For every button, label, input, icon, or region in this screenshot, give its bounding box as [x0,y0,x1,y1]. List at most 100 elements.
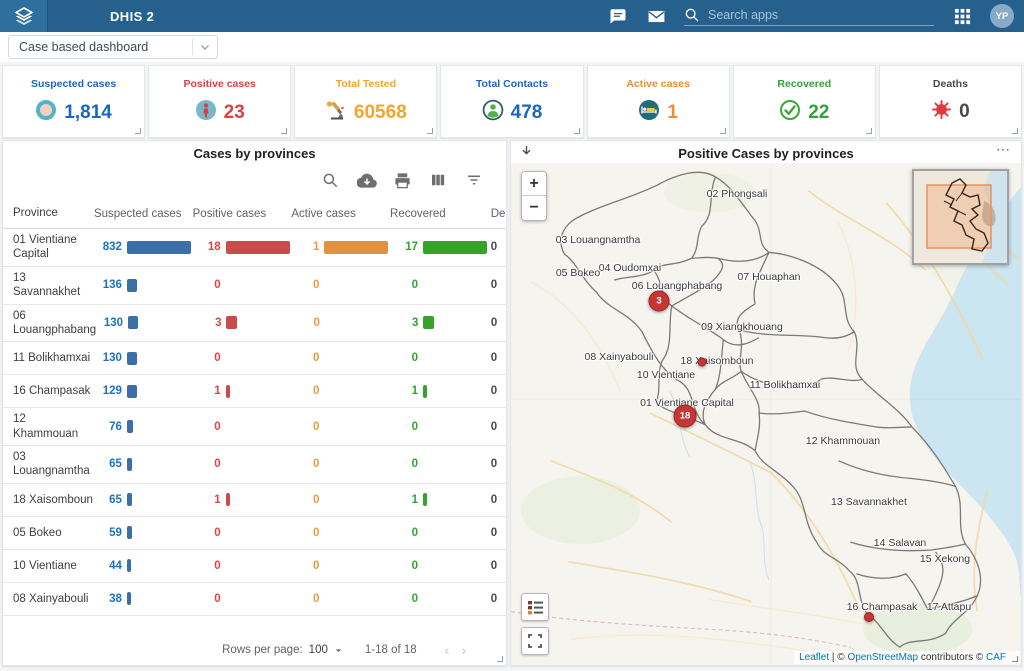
value-number: 0 [291,560,319,572]
value-bar [127,526,132,539]
map-canvas[interactable]: 02 Phongsali03 Louangnamtha04 Oudomxai05… [511,163,1021,665]
table-download-icon[interactable] [357,171,376,190]
leaflet-link[interactable]: Leaflet [799,652,829,663]
dhis2-logo[interactable] [0,0,48,32]
suspected-cell: 832 [94,241,193,254]
map-download-icon[interactable] [519,144,535,160]
value-bar [226,385,230,398]
province-cell: 11 Bolikhamxai [3,351,94,365]
deaths-cell: 0 [489,279,507,291]
suspected-ring-icon [35,99,57,126]
dashboard-selector-value: Case based dashboard [19,40,148,54]
value-number: 1 [390,385,418,397]
suspected-cell: 44 [94,559,193,572]
panel-resize-handle[interactable] [497,656,503,662]
apps-grid-icon[interactable] [952,6,972,26]
panel-resize-handle[interactable] [1012,656,1018,662]
suspected-cell: 129 [94,385,193,398]
column-header[interactable]: Suspected cases [94,208,193,220]
deaths-cell: 0 [489,494,507,506]
hospital-bed-icon [638,99,660,126]
active-cell: 0 [291,421,390,433]
kpi-card[interactable]: Deaths0 [879,65,1022,138]
value-bar [324,241,388,254]
case-cluster-marker[interactable]: 18 [674,405,697,428]
table-print-icon[interactable] [393,171,412,190]
kpi-card[interactable]: Total Contacts478 [440,65,583,138]
provider-link[interactable]: CAF [986,652,1006,663]
zoom-in-button[interactable]: + [522,172,546,196]
column-header[interactable]: Recovered [390,208,489,220]
case-cluster-marker[interactable] [864,612,874,622]
kpi-card[interactable]: Total Tested60568 [294,65,437,138]
kpi-card[interactable]: Active cases1 [587,65,730,138]
value-number: 0 [193,593,221,605]
card-resize-handle[interactable] [281,128,287,134]
table-row: 10 Vientiane440000 [3,550,507,583]
column-header[interactable]: Province [3,206,94,220]
contact-person-icon [482,99,504,126]
table-row: 12 Khammouan760000 [3,408,507,446]
card-resize-handle[interactable] [866,128,872,134]
search-apps-input[interactable] [708,8,918,22]
card-resize-handle[interactable] [135,128,141,134]
table-columns-icon[interactable] [429,171,448,190]
prev-page-button[interactable]: ‹ [439,642,456,658]
osm-link[interactable]: OpenStreetMap [847,652,918,663]
map-more-options-icon[interactable]: ⋯ [996,141,1011,158]
column-header[interactable]: Positive cases [193,208,292,220]
card-resize-handle[interactable] [574,128,580,134]
mail-icon[interactable] [646,6,666,26]
province-cell: 13 Savannakhet [3,271,94,300]
positive-cell: 1 [193,493,292,506]
value-number: 0 [193,352,221,364]
dashboard-selector[interactable]: Case based dashboard [8,35,218,59]
table-header-row: ProvinceSuspected casesPositive casesAct… [3,199,507,229]
value-number: 3 [390,317,418,329]
top-bar: DHIS 2 YP [0,0,1024,32]
messages-icon[interactable] [608,6,628,26]
kpi-card[interactable]: Recovered22 [733,65,876,138]
table-row: 05 Bokeo590000 [3,517,507,550]
province-cell: 18 Xaisomboun [3,493,94,507]
column-header[interactable]: Active cases [291,208,390,220]
case-cluster-marker[interactable]: 3 [649,291,670,312]
zoom-out-button[interactable]: − [522,196,546,220]
table-row: 03 Louangnamtha650000 [3,446,507,484]
map-zoom-control: + − [521,171,547,221]
table-search-icon[interactable] [321,171,340,190]
column-header[interactable]: Deaths [489,208,507,220]
value-bar [127,279,137,292]
recovered-cell: 0 [390,527,489,539]
active-cell: 0 [291,560,390,572]
value-bar [128,316,138,329]
value-bar [127,420,133,433]
table-row: 13 Savannakhet1360000 [3,267,507,305]
value-number: 0 [291,421,319,433]
overview-minimap[interactable] [912,169,1009,265]
rows-per-page[interactable]: Rows per page: 100 [222,644,343,656]
value-number: 0 [291,385,319,397]
deaths-cell: 0 [489,385,507,397]
positive-person-icon [195,99,217,126]
next-page-button[interactable]: › [455,642,472,658]
value-bar [127,352,137,365]
table-filter-icon[interactable] [465,171,484,190]
kpi-card[interactable]: Positive cases23 [148,65,291,138]
map-legend-button[interactable] [521,593,549,621]
card-resize-handle[interactable] [720,128,726,134]
case-cluster-marker[interactable] [698,358,707,367]
value-number: 136 [94,279,122,291]
active-cell: 0 [291,458,390,470]
card-resize-handle[interactable] [1012,128,1018,134]
user-avatar[interactable]: YP [990,4,1014,28]
recovered-cell: 1 [390,385,489,398]
kpi-card[interactable]: Suspected cases1,814 [2,65,145,138]
value-bar [423,241,487,254]
deaths-cell: 0 [489,527,507,539]
kpi-title: Suspected cases [31,78,116,90]
table-title: Cases by provinces [3,141,506,161]
map-header: Positive Cases by provinces ⋯ [511,141,1021,163]
fullscreen-button[interactable] [521,627,549,655]
card-resize-handle[interactable] [427,128,433,134]
